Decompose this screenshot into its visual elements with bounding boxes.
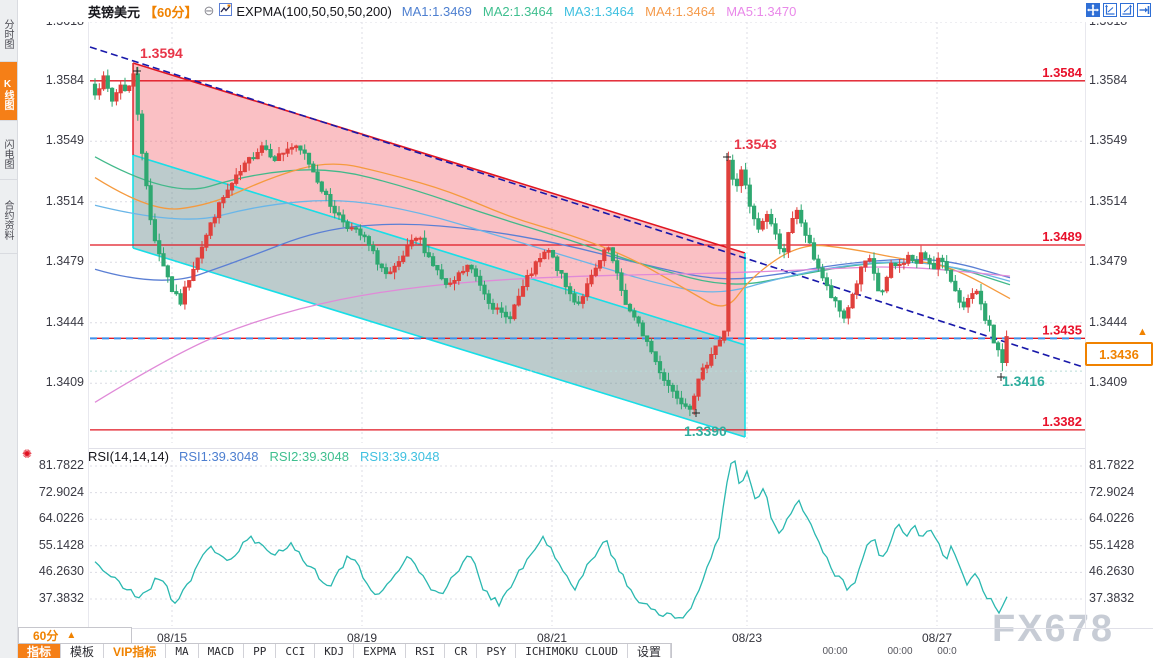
price-axis-label-right: 1.3584 xyxy=(1089,73,1127,87)
price-axis-label-left: 1.3514 xyxy=(20,194,84,208)
rsi-axis-label-right: 72.9024 xyxy=(1089,485,1134,499)
sidebar-tab-2[interactable]: K线图 xyxy=(0,62,17,121)
left-plot-border xyxy=(88,22,89,628)
rsi-value-label: RSI2:39.3048 xyxy=(269,449,349,464)
time-axis-label: 08/23 xyxy=(732,631,762,645)
rsi-values: RSI1:39.3048 RSI2:39.3048 RSI3:39.3048 xyxy=(179,449,451,464)
time-axis-label: 08/27 xyxy=(922,631,952,645)
chart-type-sidebar: 分时图K线图闪电图合约资料 xyxy=(0,0,18,658)
rsi-axis-label-right: 81.7822 xyxy=(1089,458,1134,472)
ma-value-label: MA4:1.3464 xyxy=(645,4,715,19)
period-selector-button[interactable]: 60分 ▲ xyxy=(18,627,132,644)
toolbar-tab-macd[interactable]: MACD xyxy=(199,644,245,658)
price-annotation: 1.3543 xyxy=(734,136,777,152)
toolbar-tab-rsi[interactable]: RSI xyxy=(406,644,445,658)
toolbar-tab-ichimoku-cloud[interactable]: ICHIMOKU CLOUD xyxy=(516,644,628,658)
axis-scale-right-icon[interactable] xyxy=(1120,3,1134,17)
toolbar-tab-ma[interactable]: MA xyxy=(166,644,198,658)
current-price-value: 1.3436 xyxy=(1099,347,1139,362)
candlestick-chart-canvas[interactable]: 1.3584 1.3489 1.3435 1.3382 1.3594 1.3543 1.34… xyxy=(0,0,1153,658)
watermark: FX678 xyxy=(992,608,1114,651)
chart-header: 英镑美元 【60分】 ⊖ EXPMA(100,50,50,50,200) MA1… xyxy=(18,0,1153,22)
toolbar-tab-kdj[interactable]: KDJ xyxy=(315,644,354,658)
price-axis-label-right: 1.3444 xyxy=(1089,315,1127,329)
ma-value-label: MA1:1.3469 xyxy=(402,4,472,19)
rsi-axis-label-right: 55.1428 xyxy=(1089,538,1134,552)
current-price-box: 1.3436 xyxy=(1085,342,1153,366)
price-axis-label-right: 1.3514 xyxy=(1089,194,1127,208)
rsi-axis-label-right: 64.0226 xyxy=(1089,511,1134,525)
trading-app-window: 1.3584 1.3489 1.3435 1.3382 1.3594 1.3543 1.34… xyxy=(0,0,1153,658)
rsi-axis-label-left: 55.1428 xyxy=(18,538,84,552)
toolbar-tab-pp[interactable]: PP xyxy=(244,644,276,658)
toolbar-tab-cr[interactable]: CR xyxy=(445,644,477,658)
axis-scale-left-icon[interactable] xyxy=(1103,3,1117,17)
collapse-indicator-icon[interactable]: ⊖ xyxy=(203,3,214,19)
symbol-name: 英镑美元 xyxy=(88,2,140,21)
toolbar-tab-expma[interactable]: EXPMA xyxy=(354,644,406,658)
level-price-label: 1.3489 xyxy=(1042,229,1082,244)
price-annotation: 1.3390 xyxy=(684,423,727,439)
period-selector-arrow-icon: ▲ xyxy=(66,630,76,641)
level-price-label: 1.3584 xyxy=(1042,65,1083,80)
rsi-axis-label-left: 37.3832 xyxy=(18,591,84,605)
rsi-axis-label-right: 46.2630 xyxy=(1089,564,1134,578)
rsi-value-label: RSI3:39.3048 xyxy=(360,449,440,464)
rsi-line xyxy=(95,461,1007,618)
level-price-label: 1.3435 xyxy=(1042,322,1082,337)
price-axis-label-left: 1.3549 xyxy=(20,133,84,147)
rsi-axis-label-left: 46.2630 xyxy=(18,564,84,578)
price-axis-label-left: 1.3444 xyxy=(20,315,84,329)
rsi-header: ✺ RSI(14,14,14) RSI1:39.3048 RSI2:39.3048… xyxy=(0,449,1000,464)
toolbar-tab-psy[interactable]: PSY xyxy=(477,644,516,658)
downtrend-channel xyxy=(133,63,745,437)
price-axis-label-right: 1.3479 xyxy=(1089,254,1127,268)
chart-window-controls xyxy=(1086,3,1151,17)
mini-chart-icon[interactable] xyxy=(219,3,232,19)
rsi-settings-icon[interactable]: ✺ xyxy=(22,447,32,461)
collapse-panel-icon[interactable] xyxy=(1137,3,1151,17)
axis-row-separator xyxy=(18,628,1153,629)
sidebar-tab-1[interactable]: 分时图 xyxy=(0,0,17,62)
period-selector-label: 60分 xyxy=(33,627,58,644)
toolbar-tab-vip指标[interactable]: VIP指标 xyxy=(104,644,166,658)
price-axis-label-left: 1.3584 xyxy=(20,73,84,87)
rsi-title[interactable]: RSI(14,14,14) xyxy=(88,449,169,464)
ma-values: MA1:1.3469 MA2:1.3464 MA3:1.3464 MA4:1.3464… xyxy=(402,4,808,19)
rsi-axis-label-left: 72.9024 xyxy=(18,485,84,499)
time-axis-label-clipped: 00:0 xyxy=(937,646,956,657)
price-up-arrow-icon: ▲ xyxy=(1137,327,1148,338)
toolbar-tab-cci[interactable]: CCI xyxy=(276,644,315,658)
toolbar-tab-指标[interactable]: 指标 xyxy=(18,644,61,658)
toolbar-tab-模板[interactable]: 模板 xyxy=(61,644,104,658)
price-annotation: 1.3594 xyxy=(140,45,183,61)
sidebar-tab-3[interactable]: 闪电图 xyxy=(0,121,17,180)
rsi-value-label: RSI1:39.3048 xyxy=(179,449,259,464)
ma-value-label: MA2:1.3464 xyxy=(483,4,553,19)
indicator-toolbar: 指标模板VIP指标MAMACDPPCCIKDJEXPMARSICRPSYICHI… xyxy=(18,643,672,658)
indicator-params-label[interactable]: EXPMA(100,50,50,50,200) xyxy=(236,4,391,19)
pan-icon[interactable] xyxy=(1086,3,1100,17)
rsi-axis-label-left: 64.0226 xyxy=(18,511,84,525)
price-axis-label-left: 1.3409 xyxy=(20,375,84,389)
sidebar-tab-4[interactable]: 合约资料 xyxy=(0,180,17,254)
price-axis-label-right: 1.3549 xyxy=(1089,133,1127,147)
ma-value-label: MA5:1.3470 xyxy=(726,4,796,19)
toolbar-tab-设置[interactable]: 设置 xyxy=(628,644,671,658)
right-plot-border xyxy=(1085,22,1086,628)
price-axis-label-left: 1.3479 xyxy=(20,254,84,268)
period-label[interactable]: 【60分】 xyxy=(144,2,197,21)
price-axis-label-right: 1.3409 xyxy=(1089,375,1127,389)
time-axis-label-clipped: 00:00 xyxy=(887,646,912,657)
time-axis-label-clipped: 00:00 xyxy=(822,646,847,657)
price-annotation: 1.3416 xyxy=(1002,373,1045,389)
rsi-axis-label-right: 37.3832 xyxy=(1089,591,1134,605)
level-price-label: 1.3382 xyxy=(1042,414,1082,429)
ma-value-label: MA3:1.3464 xyxy=(564,4,634,19)
